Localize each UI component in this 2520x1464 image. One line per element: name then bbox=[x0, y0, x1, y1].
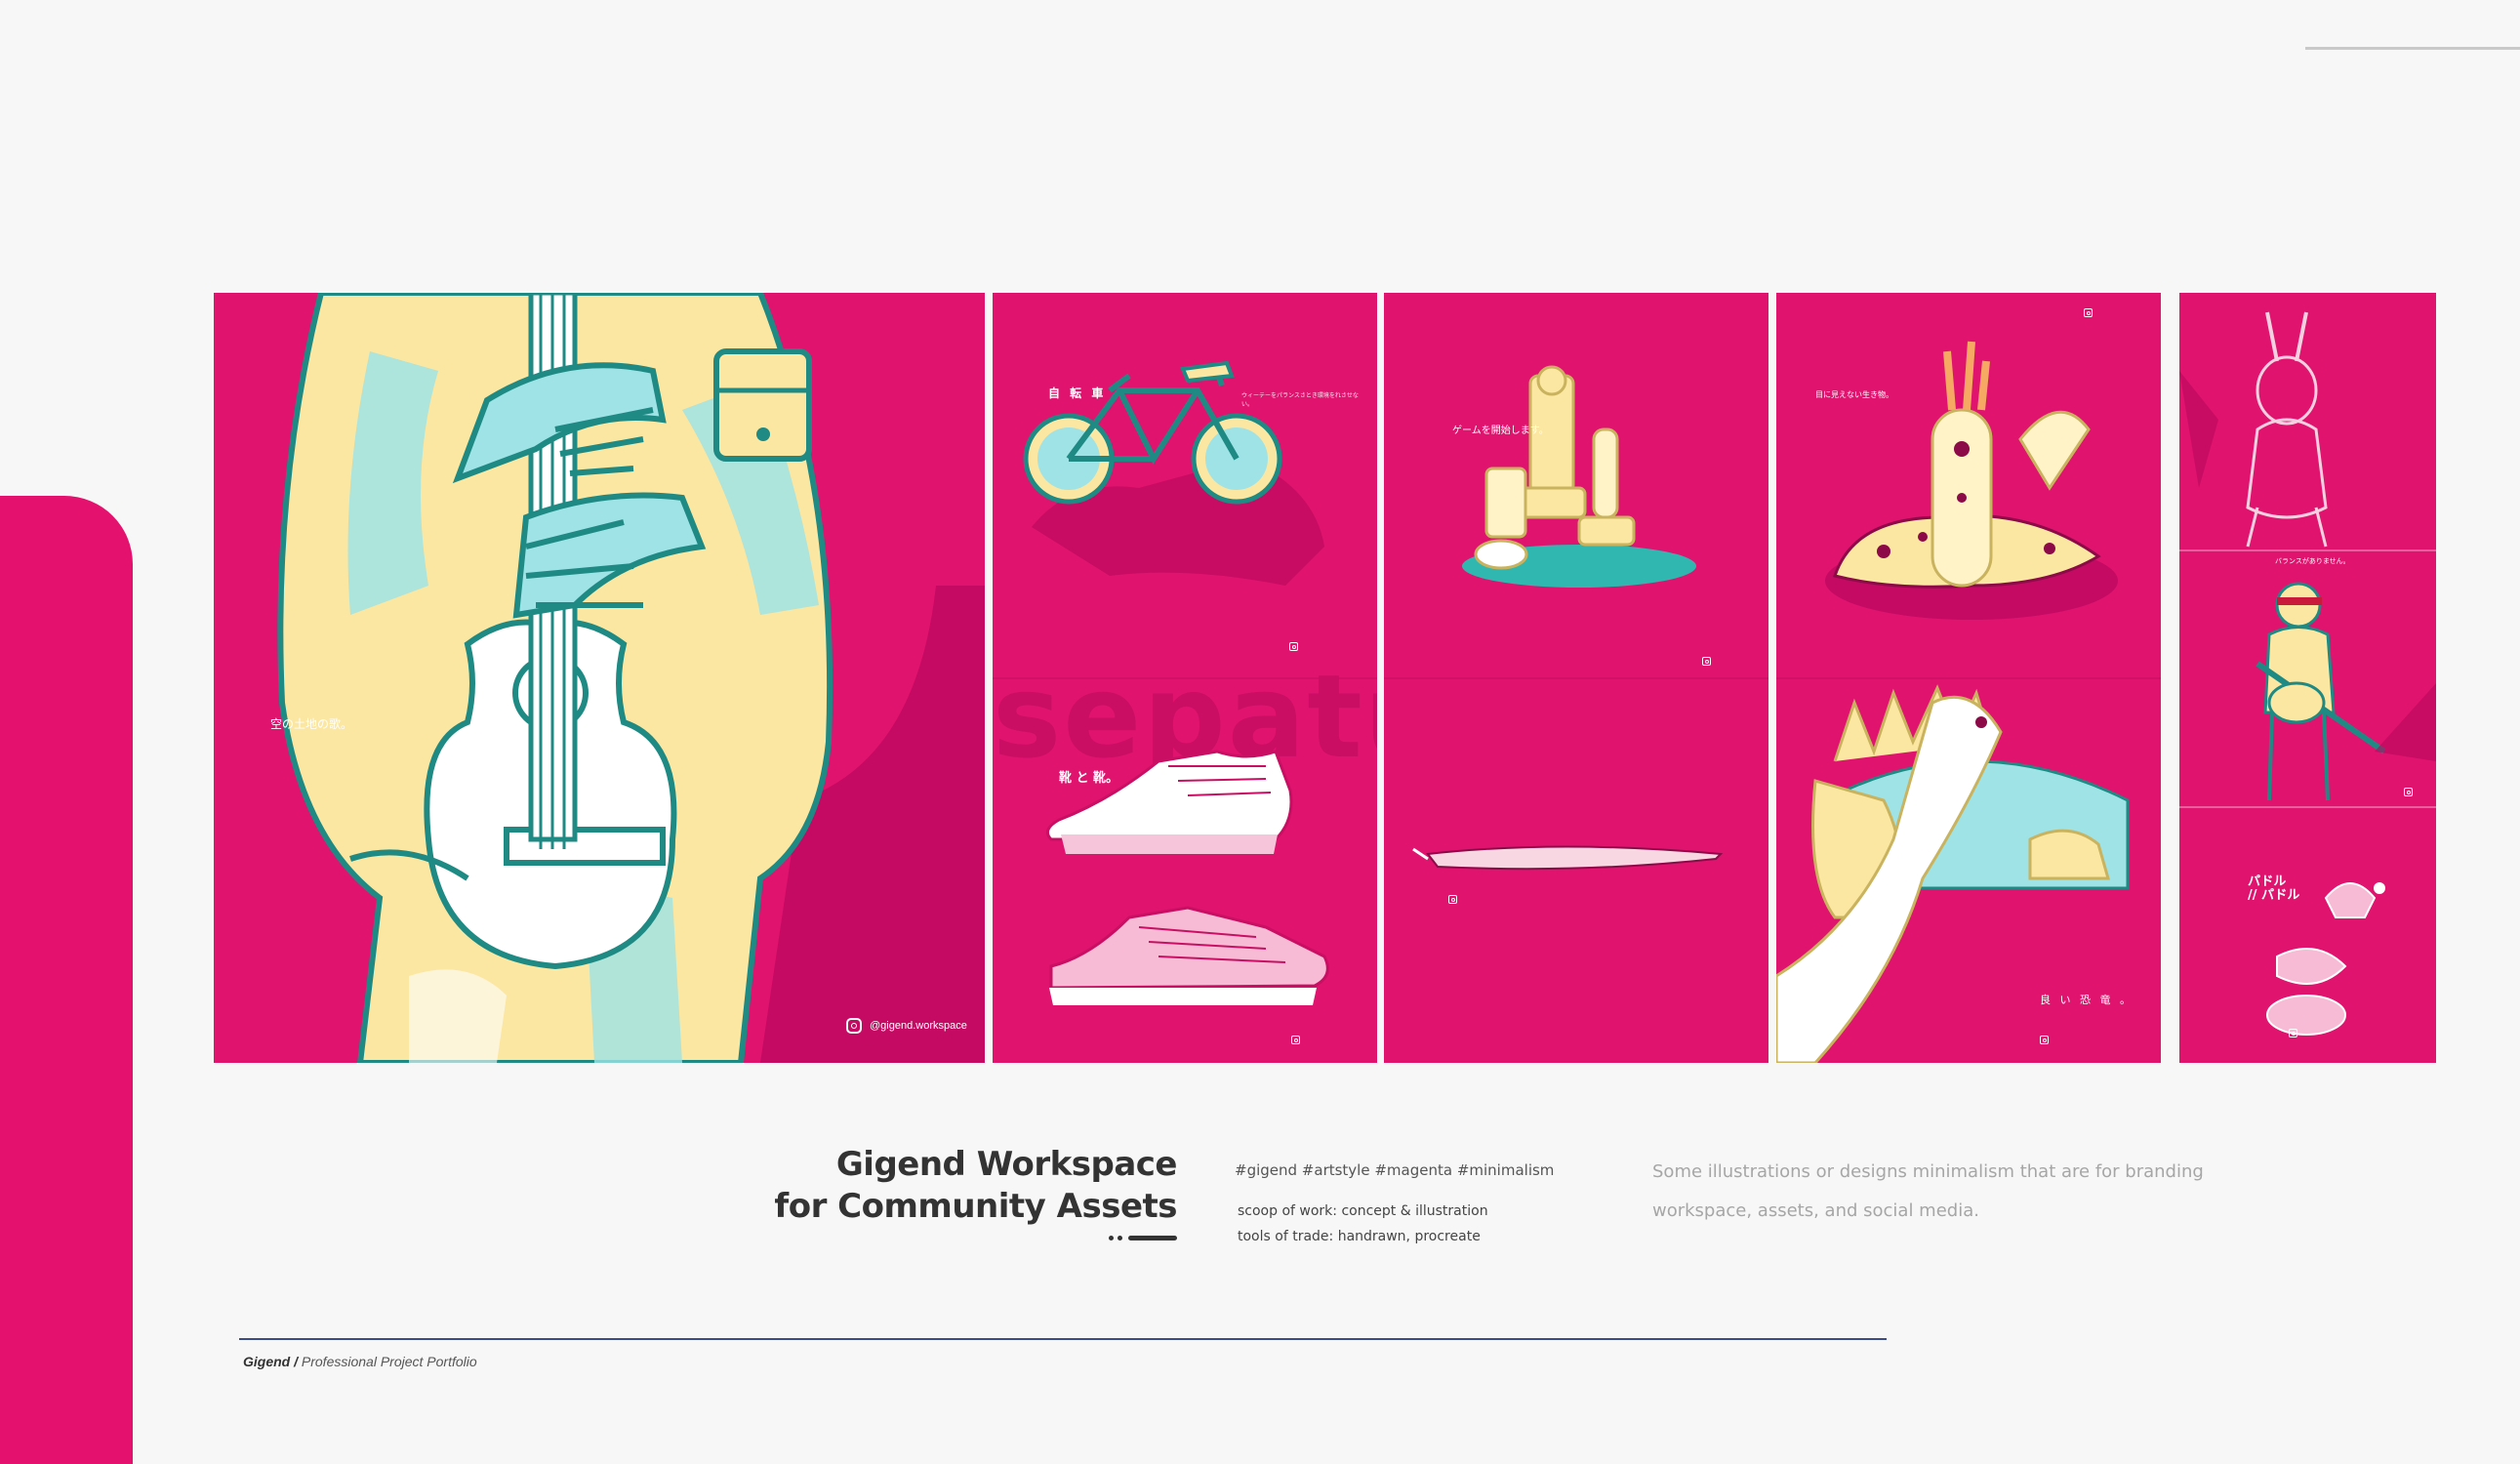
panel3-top-title: ゲームを開始します。 bbox=[1452, 426, 1549, 436]
project-description: Some illustrations or designs minimalism… bbox=[1652, 1161, 2204, 1221]
artwork-bicycle-shoes[interactable]: sepatu 自 転 車 ウィーテーをパランスさとき環境をれさせない。 靴 と … bbox=[993, 293, 1377, 1063]
instagram-icon bbox=[2040, 1036, 2049, 1044]
guitar-player-illustration bbox=[277, 293, 985, 1063]
handle-text: @gigend.workspace bbox=[870, 1020, 967, 1032]
bicycle-shoes-illustration bbox=[993, 360, 1377, 1005]
panel5-bottom-title-1: パドル bbox=[2248, 874, 2287, 889]
project-tags: #gigend #artstyle #magenta #minimalism bbox=[1235, 1161, 1555, 1179]
panel5-bottom-title: パドル // パドル bbox=[2248, 875, 2299, 903]
footer-subtitle: Professional Project Portfolio bbox=[301, 1354, 477, 1369]
instagram-icon bbox=[2084, 308, 2093, 317]
panel2-top-title: 自 転 車 bbox=[1048, 386, 1107, 400]
instagram-icon bbox=[2289, 1029, 2297, 1037]
top-right-divider bbox=[2305, 47, 2520, 50]
panel4-bottom-title: 良 い 恐 竜 。 bbox=[2040, 994, 2134, 1006]
instagram-handle[interactable]: @gigend.workspace bbox=[846, 1018, 967, 1034]
project-scope: scoop of work: concept & illustration bbox=[1238, 1203, 1488, 1219]
artwork-characters[interactable]: バランスがありません。 パドル // パドル bbox=[2179, 293, 2436, 1063]
artwork-chess-sword[interactable]: ゲームを開始します。 bbox=[1384, 293, 1768, 1063]
title-underline-decoration bbox=[1109, 1236, 1177, 1240]
artwork-guitar-player[interactable]: 空の土地の歌。 @gigend.workspace bbox=[214, 293, 985, 1063]
instagram-icon bbox=[1291, 1036, 1300, 1044]
panel4-top-title: 目に見えない生き物。 bbox=[1815, 390, 1893, 399]
artwork-creature-dinosaur[interactable]: 目に見えない生き物。 良 い 恐 竜 。 bbox=[1776, 293, 2161, 1063]
instagram-icon bbox=[1289, 642, 1298, 651]
instagram-icon bbox=[2404, 788, 2413, 796]
characters-illustration bbox=[2179, 311, 2436, 1036]
panel2-bottom-title: 靴 と 靴。 bbox=[1059, 771, 1119, 786]
panel5-bottom-title-2: // パドル bbox=[2248, 888, 2300, 903]
project-title-line2: for Community Assets bbox=[774, 1187, 1177, 1226]
instagram-icon bbox=[1702, 657, 1711, 666]
project-title-line1: Gigend Workspace bbox=[835, 1145, 1178, 1184]
footer-divider bbox=[239, 1338, 1887, 1340]
project-tools: tools of trade: handrawn, procreate bbox=[1238, 1229, 1481, 1244]
side-accent-bar bbox=[0, 496, 133, 1464]
panel5-mid-title: バランスがありません。 bbox=[2275, 557, 2350, 565]
panel2-top-sub: ウィーテーをパランスさとき環境をれさせない。 bbox=[1241, 392, 1359, 408]
instagram-icon bbox=[1448, 895, 1457, 904]
chess-sword-illustration bbox=[1384, 365, 1768, 871]
footer: Gigend / Professional Project Portfolio bbox=[243, 1354, 477, 1369]
footer-brand: Gigend / bbox=[243, 1354, 298, 1369]
creature-dinosaur-illustration bbox=[1776, 341, 2161, 1063]
instagram-icon bbox=[846, 1018, 862, 1034]
panel1-caption: 空の土地の歌。 bbox=[270, 717, 353, 731]
project-title: Gigend Workspace for Community Assets bbox=[774, 1144, 1177, 1228]
